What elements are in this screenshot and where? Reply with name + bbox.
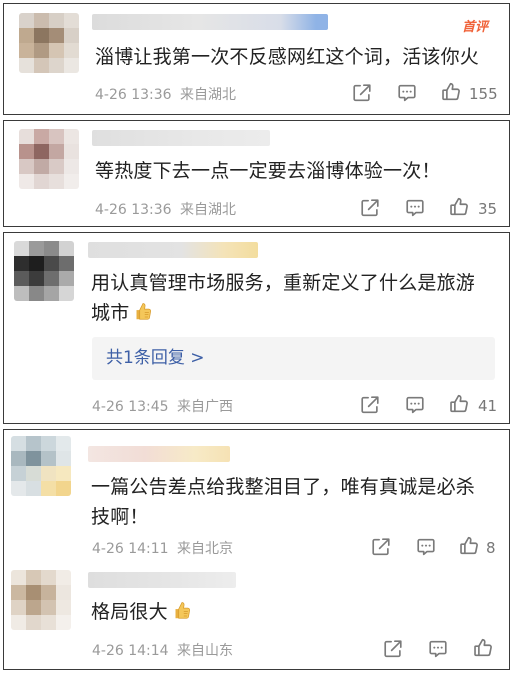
like-icon[interactable] — [458, 535, 480, 557]
username-blurred[interactable] — [92, 14, 328, 30]
comment-location: 来自湖北 — [180, 87, 237, 103]
comment-text: 等热度下去一点一定要去淄博体验一次！ — [95, 160, 441, 182]
comment-location: 来自广西 — [177, 399, 234, 415]
comment-card: 等热度下去一点一定要去淄博体验一次！ 4-26 13:36 来自湖北 35 — [3, 120, 510, 227]
avatar[interactable] — [19, 129, 79, 189]
comment-meta: 4-26 14:11 来自北京 — [92, 538, 233, 558]
comment-meta: 4-26 13:36 来自湖北 — [95, 84, 236, 104]
comment-card: 首评 淄博让我第一次不反感网红这个词，活该你火 4-26 13:36 来自湖北 … — [3, 3, 510, 115]
share-icon[interactable] — [359, 394, 381, 416]
comment-location: 来自北京 — [177, 541, 234, 557]
comment-location: 来自山东 — [177, 643, 234, 659]
thumbs-up-emoji — [131, 300, 153, 322]
comment-meta: 4-26 13:45 来自广西 — [92, 396, 233, 416]
comment-card: 一篇公告差点给我整泪目了，唯有真诚是必杀 技啊！ 4-26 14:11 来自北京… — [3, 429, 510, 670]
like-icon[interactable] — [440, 81, 462, 103]
view-replies-label: 共1条回复 > — [106, 348, 205, 368]
avatar[interactable] — [14, 241, 74, 301]
comment-text-line-2: 城市 — [91, 302, 130, 324]
like-count: 41 — [478, 397, 498, 415]
comment-text-line: 一篇公告差点给我整泪目了，唯有真诚是必杀 — [91, 476, 476, 498]
like-count: 35 — [478, 200, 498, 218]
comment-card: 用认真管理市场服务，重新定义了什么是旅游 城市 共1条回复 > 4-26 13:… — [3, 232, 510, 424]
share-icon[interactable] — [370, 536, 392, 558]
comment-icon[interactable] — [404, 197, 426, 219]
like-icon[interactable] — [472, 637, 494, 659]
comment-date: 4-26 14:14 — [92, 643, 169, 659]
share-icon[interactable] — [351, 82, 373, 104]
comment-meta: 4-26 14:14 来自山东 — [92, 640, 233, 660]
username-blurred[interactable] — [92, 130, 270, 146]
comment-text-line: 技啊！ — [91, 506, 149, 528]
username-blurred[interactable] — [88, 446, 230, 462]
share-icon[interactable] — [382, 638, 404, 660]
comment-text: 一篇公告差点给我整泪目了，唯有真诚是必杀 技啊！ — [91, 472, 501, 532]
avatar[interactable] — [11, 436, 71, 496]
comment-icon[interactable] — [396, 82, 418, 104]
comment-text: 淄博让我第一次不反感网红这个词，活该你火 — [95, 46, 480, 68]
comment-meta: 4-26 13:36 来自湖北 — [95, 199, 236, 219]
comment-date: 4-26 13:36 — [95, 202, 172, 218]
comment-text: 格局很大 — [91, 597, 501, 627]
comment-text: 用认真管理市场服务，重新定义了什么是旅游 城市 — [91, 268, 501, 328]
avatar[interactable] — [19, 13, 79, 73]
comment-text-line: 用认真管理市场服务，重新定义了什么是旅游 — [91, 272, 476, 294]
avatar[interactable] — [11, 570, 71, 630]
comment-text-line: 格局很大 — [91, 601, 168, 623]
comment-date: 4-26 14:11 — [92, 541, 169, 557]
first-comment-badge: 首评 — [462, 20, 489, 35]
comment-text-line: 城市 — [91, 298, 501, 328]
like-icon[interactable] — [448, 393, 470, 415]
username-blurred[interactable] — [88, 572, 236, 588]
comment-date: 4-26 13:36 — [95, 87, 172, 103]
view-replies-button[interactable]: 共1条回复 > — [92, 337, 495, 380]
thumbs-up-emoji — [170, 599, 192, 621]
comment-icon[interactable] — [404, 394, 426, 416]
comment-icon[interactable] — [415, 536, 437, 558]
like-count: 155 — [469, 85, 498, 103]
like-icon[interactable] — [448, 196, 470, 218]
username-blurred[interactable] — [88, 242, 258, 258]
comment-date: 4-26 13:45 — [92, 399, 169, 415]
comment-icon[interactable] — [427, 638, 449, 660]
comment-location: 来自湖北 — [180, 202, 237, 218]
share-icon[interactable] — [359, 197, 381, 219]
like-count: 8 — [486, 539, 496, 557]
